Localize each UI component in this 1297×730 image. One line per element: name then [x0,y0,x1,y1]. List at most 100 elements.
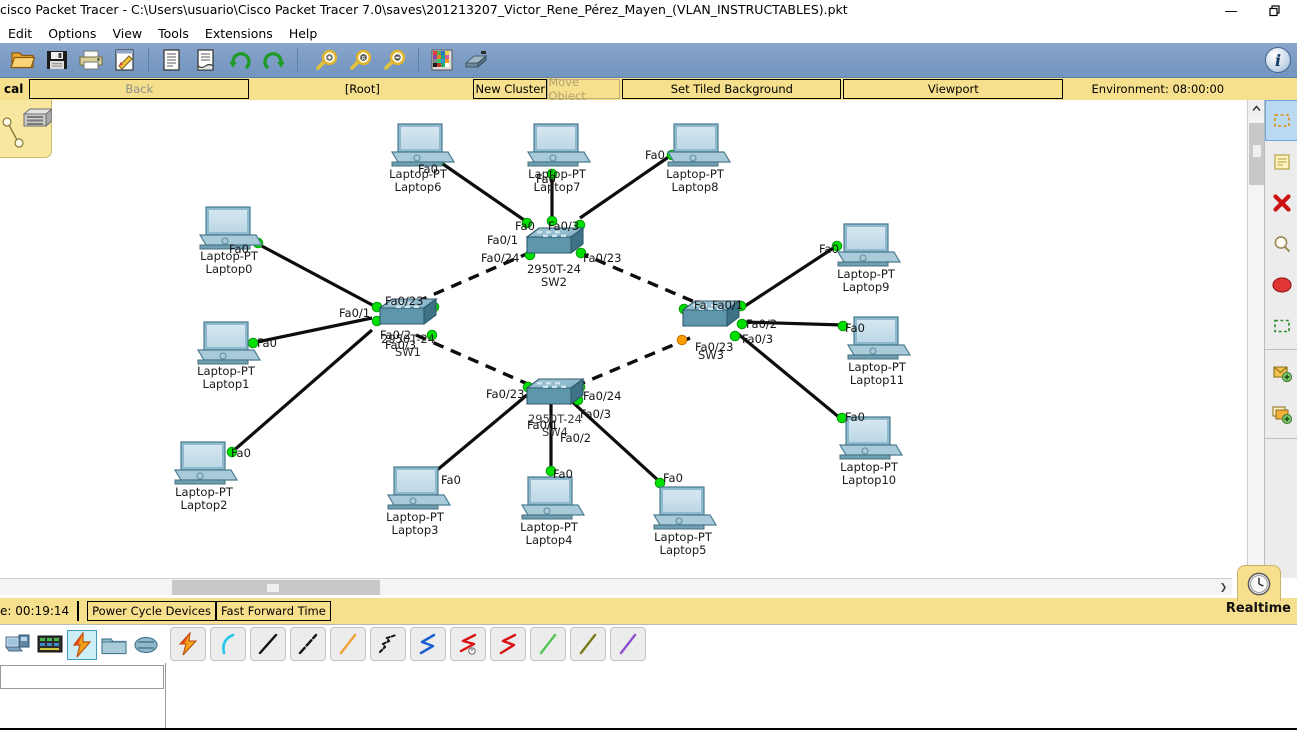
coaxial-cable-button[interactable] [410,627,446,661]
main-toolbar: R i [0,43,1297,78]
save-file-button[interactable] [42,45,72,75]
horizontal-scroll-thumb[interactable] [172,580,380,595]
port-label: Fa0/23 [385,294,424,308]
copper-straight-through-icon [258,633,278,655]
device-sw4[interactable] [525,377,585,406]
viewport-button[interactable]: Viewport [843,79,1064,99]
automatic-connection-button[interactable] [170,627,206,661]
port-label: Fa0/3 [548,219,580,233]
realtime-mode-tab[interactable] [1237,565,1281,601]
copper-straight-through-button[interactable] [250,627,286,661]
move-object-button[interactable]: Move Object [547,75,621,103]
palette-button[interactable] [427,45,457,75]
select-tool-button[interactable] [1265,100,1297,141]
device-label-laptop1: Laptop-PT Laptop1 [197,364,255,391]
delete-tool-button[interactable] [1265,182,1297,223]
console-cable-button[interactable] [210,627,246,661]
vertical-scroll-thumb[interactable] [1249,123,1264,185]
device-laptop4[interactable] [520,476,586,520]
activity-wizard-button[interactable] [110,45,140,75]
paste-button[interactable] [191,45,221,75]
switch-devices[interactable] [378,226,741,406]
device-laptop7[interactable] [526,123,592,167]
add-complex-pdu-button[interactable] [1265,394,1297,435]
window-title: cisco Packet Tracer - C:\Users\usuario\C… [0,2,848,17]
port-label: Fa0/3 [742,332,774,346]
place-note-button[interactable] [1265,141,1297,182]
undo-button[interactable] [225,45,255,75]
redo-button[interactable] [259,45,289,75]
connections-icon [72,632,92,658]
menu-item-extensions[interactable]: Extensions [197,25,281,42]
usb-cable-button[interactable] [610,627,646,661]
device-laptop2[interactable] [173,441,239,485]
menu-item-edit[interactable]: Edit [0,25,40,42]
inspect-tool-button[interactable] [1265,223,1297,264]
multiuser-connection-button[interactable] [131,630,161,660]
connections-button[interactable] [67,630,97,660]
end-devices-button[interactable] [35,630,65,660]
power-cycle-devices-button[interactable]: Power Cycle Devices [87,601,216,621]
draw-shape-button[interactable] [1265,264,1297,305]
clock-icon [1247,572,1271,595]
save-file-icon [47,51,67,69]
device-label-laptop7: Laptop-PT Laptop7 [528,167,586,194]
open-file-button[interactable] [8,45,38,75]
port-label: Fa0/23 [583,251,622,265]
zoom-reset-button[interactable]: R [346,45,376,75]
zoom-reset-icon: R [350,49,372,70]
workspace-vertical-scrollbar[interactable] [1247,100,1265,578]
scroll-up-arrow[interactable] [1248,100,1265,117]
set-tiled-background-button[interactable]: Set Tiled Background [622,79,842,99]
fiber-cable-button[interactable] [330,627,366,661]
components-button[interactable] [99,630,129,660]
restore-icon [1269,5,1280,17]
port-label: Fa0/24 [481,251,520,265]
port-label: Fa0 [229,242,249,256]
device-selection-box[interactable] [0,665,164,689]
device-laptop9[interactable] [836,223,902,267]
serial-dce-button[interactable] [450,627,486,661]
select-tool-icon [1273,113,1290,127]
copy-button[interactable] [157,45,187,75]
port-label: Fa0/1 [712,298,744,312]
menu-item-view[interactable]: View [104,25,150,42]
phone-cable-button[interactable] [370,627,406,661]
workspace-horizontal-scrollbar[interactable]: ❯ [0,578,1232,595]
copper-crossover-button[interactable] [290,627,326,661]
restore-button[interactable] [1253,0,1297,22]
port-label: Fa0 [441,473,461,487]
device-laptop6[interactable] [390,123,456,167]
octal-cable-button[interactable] [530,627,566,661]
custom-devices-icon [464,51,488,69]
add-simple-pdu-button[interactable] [1265,353,1297,394]
menu-item-help[interactable]: Help [281,25,326,42]
menu-item-options[interactable]: Options [40,25,104,42]
menu-item-tools[interactable]: Tools [150,25,197,42]
logical-workspace[interactable]: Laptop-PT Laptop6 Laptop-PT Laptop7 Lapt… [0,100,1232,578]
serial-dte-button[interactable] [490,627,526,661]
new-cluster-button[interactable]: New Cluster [473,79,548,99]
device-laptop5[interactable] [652,486,718,530]
minimize-button[interactable]: — [1209,0,1253,22]
print-button[interactable] [76,45,106,75]
info-button[interactable]: i [1265,47,1291,73]
zoom-in-button[interactable] [312,45,342,75]
device-laptop8[interactable] [666,123,732,167]
port-label: Fa0/3 [385,338,417,352]
custom-devices-button[interactable] [461,45,491,75]
resize-shape-button[interactable] [1265,305,1297,346]
console-cable-icon [222,633,235,655]
zoom-out-button[interactable] [380,45,410,75]
network-devices-button[interactable] [3,630,33,660]
ieee-1394-cable-button[interactable] [570,627,606,661]
connection-preview-icon [2,117,24,148]
back-button[interactable]: Back [29,79,250,99]
print-icon [79,50,103,70]
fast-forward-time-button[interactable]: Fast Forward Time [215,601,331,621]
end-devices-icon [37,635,63,653]
components-icon [101,638,127,655]
ieee-1394-cable-icon [579,633,597,655]
scroll-right-arrow[interactable]: ❯ [1215,579,1232,596]
scroll-thumb-grip [267,584,279,592]
